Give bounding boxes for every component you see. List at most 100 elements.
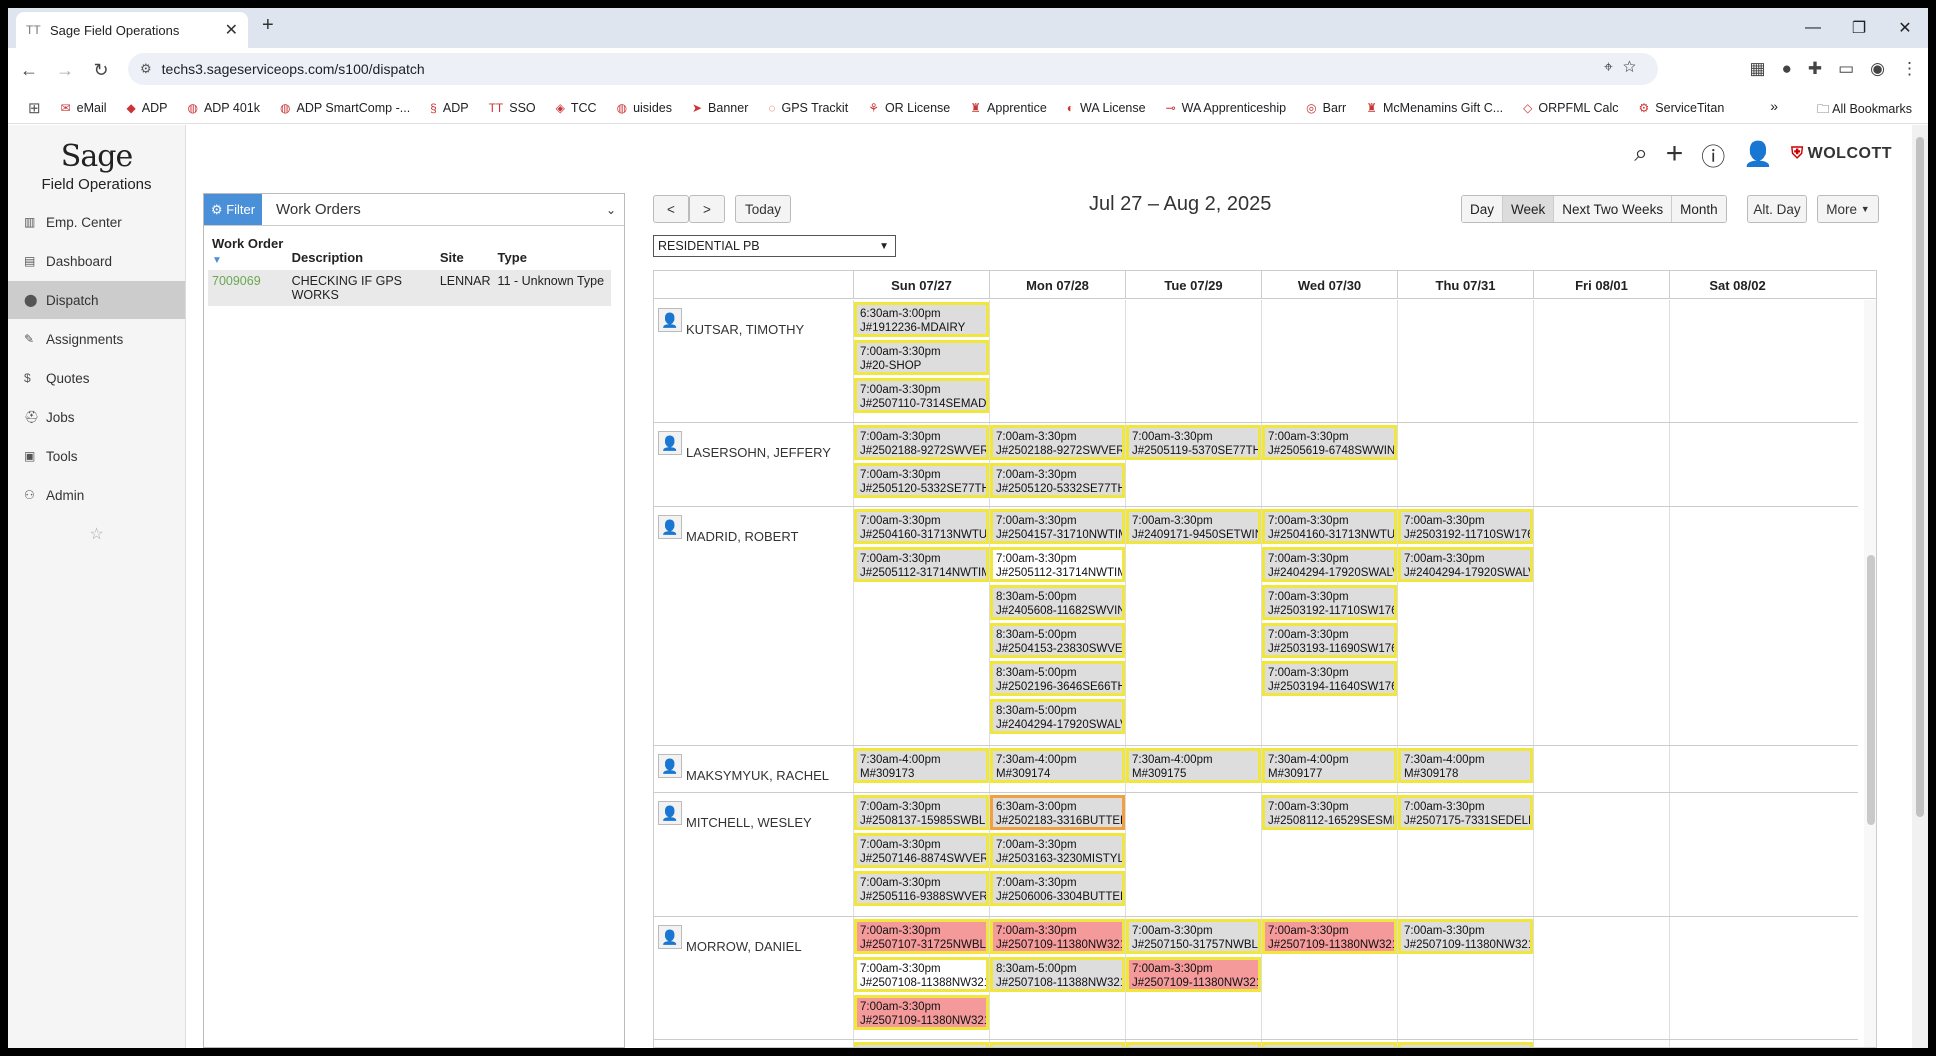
bookmark-item[interactable]: ⊸ WA Apprenticeship <box>1166 101 1287 115</box>
schedule-event[interactable]: 7:00am-3:30pm J#2503192-11710SW176T <box>1398 509 1533 544</box>
sidebar-item-admin[interactable]: ⚇ Admin <box>8 476 185 514</box>
sidepanel-icon[interactable]: ▭ <box>1838 59 1854 79</box>
bookmark-item[interactable]: ◆ ADP <box>127 101 168 115</box>
employee-name[interactable]: LASERSOHN, JEFFERY <box>686 445 831 460</box>
work-order-number[interactable]: 7009069 <box>212 274 292 302</box>
employee-name[interactable]: KUTSAR, TIMOTHY <box>686 322 804 337</box>
schedule-event[interactable]: 7:00am-3:30pm J#2504160-31713NWTUR <box>854 509 989 544</box>
employee-name[interactable]: MADRID, ROBERT <box>686 529 798 544</box>
apps-icon[interactable]: ⊞ <box>28 99 41 117</box>
column-header[interactable]: Site <box>440 236 498 266</box>
schedule-event[interactable]: 7:00am-3:30pm J#2508137-15985SWBLUE <box>854 795 989 830</box>
bookmark-item[interactable]: ◌ GPS Trackit <box>768 101 848 115</box>
schedule-event[interactable]: 6:30am-3:00pm J#2502183-3316BUTTEDR <box>990 795 1125 830</box>
prev-week-button[interactable]: < <box>653 195 689 223</box>
day-header[interactable]: Mon 07/28 <box>989 271 1125 299</box>
schedule-event[interactable]: 7:00am-3:30pm J#2505120-5332SE77THA <box>990 463 1125 498</box>
browser-tab[interactable]: TT Sage Field Operations ✕ <box>16 12 248 48</box>
schedule-event[interactable]: 8:30am-5:00pm J#2504153-23830SWVERM <box>990 623 1125 658</box>
puzzle-icon[interactable]: ✚ <box>1808 59 1822 79</box>
address-bar[interactable]: ⚙ techs3.sageserviceops.com/s100/dispatc… <box>128 53 1658 85</box>
close-tab-icon[interactable]: ✕ <box>225 20 238 40</box>
bookmark-item[interactable]: ➤ Banner <box>692 101 748 115</box>
day-header[interactable]: Thu 07/31 <box>1397 271 1533 299</box>
schedule-event[interactable]: 7:30am-4:00pm M#309177 <box>1262 748 1397 783</box>
schedule-event[interactable]: 7:00am-3:30pm J#2404294-17920SWALVO <box>1262 547 1397 582</box>
extension-icon[interactable]: ● <box>1782 59 1792 79</box>
bookmark-item[interactable]: ✉ eMail <box>61 101 107 115</box>
view-week-button[interactable]: Week <box>1503 196 1555 222</box>
schedule-event[interactable]: 7:00am-3:30pm J#2404294-17920SWALVO <box>1398 547 1533 582</box>
schedule-event[interactable]: 7:00am-3:30pm J#2503193-11690SW176T <box>1262 623 1397 658</box>
schedule-event[interactable]: 7:00am-3:00pm <box>854 1042 989 1047</box>
schedule-event[interactable]: 7:00am-3:30pm J#2502188-9272SWVERM <box>990 425 1125 460</box>
schedule-event[interactable]: 7:00am-3:30pm J#2505120-5332SE77THA <box>854 463 989 498</box>
table-row[interactable]: 7009069 CHECKING IF GPS WORKS LENNAR 11 … <box>208 270 611 306</box>
info-icon[interactable]: ⓘ <box>1701 137 1725 172</box>
bookmark-item[interactable]: ♜ Apprentice <box>970 101 1047 115</box>
day-header[interactable]: Sat 08/02 <box>1669 271 1805 299</box>
schedule-event[interactable]: 8:30am-5:00pm J#2405608-11682SWVINE <box>990 585 1125 620</box>
favorite-star-icon[interactable]: ☆ <box>8 524 185 544</box>
reload-icon[interactable]: ↻ <box>86 60 116 81</box>
schedule-event[interactable]: 7:00am-3:30pm J#2507150-31757NWBLAN <box>1126 919 1261 954</box>
view-next-two-weeks-button[interactable]: Next Two Weeks <box>1554 196 1673 222</box>
add-icon[interactable]: + <box>1666 137 1684 171</box>
day-header[interactable]: Sun 07/27 <box>853 271 989 299</box>
day-header[interactable]: Tue 07/29 <box>1125 271 1261 299</box>
sidebar-item-jobs[interactable]: ⛑ Jobs <box>8 398 185 436</box>
bookmark-item[interactable]: TT SSO <box>489 101 536 115</box>
search-icon[interactable]: ⌕ <box>1634 140 1647 168</box>
back-icon[interactable]: ← <box>14 60 44 81</box>
view-month-button[interactable]: Month <box>1672 196 1726 222</box>
alt-day-button[interactable]: Alt. Day <box>1747 195 1807 223</box>
page-scrollbar[interactable] <box>1912 125 1928 1048</box>
bookmark-item[interactable]: ◍ ADP 401k <box>187 101 260 115</box>
all-bookmarks[interactable]: 🗀 All Bookmarks <box>1817 100 1912 121</box>
menu-icon[interactable]: ⋮ <box>1901 59 1918 79</box>
schedule-event[interactable]: 7:00am-3:30pm J#2503194-11640SW176T <box>1262 661 1397 696</box>
next-week-button[interactable]: > <box>689 195 725 223</box>
schedule-event[interactable]: 8:30am-5:00pm J#2502196-3646SE66THA <box>990 661 1125 696</box>
view-day-button[interactable]: Day <box>1462 196 1504 222</box>
schedule-event[interactable]: 6:30am-3:00pm J#1912236-MDAIRY <box>854 302 989 337</box>
bookmark-item[interactable]: ⚘ OR License <box>868 101 950 115</box>
extension-icon[interactable]: ▦ <box>1750 59 1766 79</box>
bookmark-item[interactable]: ◐ WA License <box>1067 101 1146 115</box>
employee-name[interactable]: MAKSYMYUK, RACHEL <box>686 768 829 783</box>
schedule-event[interactable]: 7:30am-4:00pm M#309178 <box>1398 748 1533 783</box>
schedule-event[interactable]: 7:00am-3:30pm J#2409171-9450SETWINB <box>1126 509 1261 544</box>
schedule-event[interactable]: 7:00am-3:30pm J#2505112-31714NWTIMB <box>990 547 1125 582</box>
employee-name[interactable]: MORROW, DANIEL <box>686 939 802 954</box>
schedule-event[interactable]: 7:00am-3:30pm J#2507146-8874SWVERM <box>854 833 989 868</box>
schedule-event[interactable]: 7:00am-3:00pm <box>1126 1042 1261 1047</box>
schedule-event[interactable]: 7:30am-4:00pm M#309174 <box>990 748 1125 783</box>
schedule-scrollbar[interactable] <box>1864 300 1876 1047</box>
column-header[interactable]: Type <box>498 236 607 266</box>
schedule-event[interactable]: 7:00am-3:30pm J#2503192-11710SW176T <box>1262 585 1397 620</box>
scrollbar-thumb[interactable] <box>1916 137 1924 817</box>
profile-icon[interactable]: ◉ <box>1870 59 1885 79</box>
schedule-event[interactable]: 7:00am-3:30pm J#20-SHOP <box>854 340 989 375</box>
bookmark-item[interactable]: ◈ TCC <box>556 101 597 115</box>
schedule-event[interactable]: 7:00am-3:00pm <box>1398 1042 1533 1047</box>
new-tab-icon[interactable]: + <box>262 14 274 37</box>
bookmark-item[interactable]: ◍ uisides <box>617 101 672 115</box>
bookmark-item[interactable]: ♜ McMenamins Gift C... <box>1366 101 1503 115</box>
sidebar-item-tools[interactable]: ▣ Tools <box>8 437 185 475</box>
schedule-event[interactable]: 7:00am-3:30pm J#2507109-11380NW3215 <box>1262 919 1397 954</box>
schedule-event[interactable]: 7:00am-3:30pm J#2507109-11380NW3215 <box>854 995 989 1030</box>
schedule-event[interactable]: 7:00am-3:30pm J#2507109-11380NW3215 <box>1126 957 1261 992</box>
schedule-event[interactable]: 7:00am-3:30pm J#2507107-31725NWBLAN <box>854 919 989 954</box>
column-header[interactable]: Work Order ▼ <box>212 236 292 266</box>
today-button[interactable]: Today <box>735 195 791 223</box>
more-bookmarks-icon[interactable]: » <box>1770 98 1778 114</box>
schedule-event[interactable]: 7:00am-3:30pm J#2507110-7314SEMADRO <box>854 378 989 413</box>
schedule-event[interactable]: 7:00am-3:30pm J#2508112-16529SESMITH <box>1262 795 1397 830</box>
schedule-event[interactable]: 7:00am-3:30pm J#2503163-3230MISTYLN <box>990 833 1125 868</box>
schedule-event[interactable]: 7:00am-3:30pm J#2506006-3304BUTTEDR <box>990 871 1125 906</box>
day-header[interactable]: Fri 08/01 <box>1533 271 1669 299</box>
group-select[interactable]: RESIDENTIAL PB ▼ <box>653 235 896 257</box>
sidebar-item-quotes[interactable]: $ Quotes <box>8 359 185 397</box>
schedule-event[interactable]: 7:00am-3:00pm <box>990 1042 1125 1047</box>
